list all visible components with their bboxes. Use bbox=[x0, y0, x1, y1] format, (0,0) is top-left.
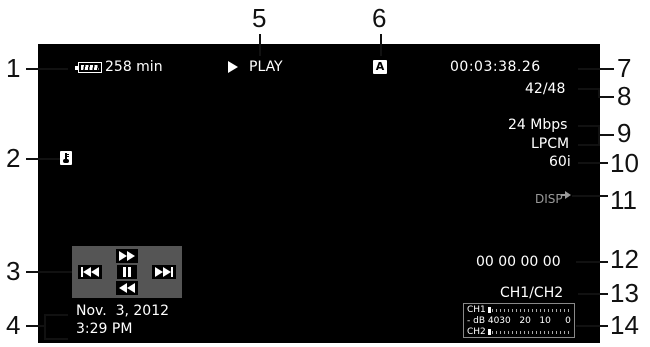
callout-3: 3 bbox=[6, 256, 21, 286]
skip-back-button[interactable] bbox=[78, 265, 102, 279]
video-bitrate: 24 Mbps bbox=[508, 117, 568, 133]
leader-line-11 bbox=[572, 195, 608, 197]
leader-line-9b bbox=[578, 144, 600, 146]
frame-rate: 60i bbox=[549, 154, 571, 170]
play-icon bbox=[228, 61, 238, 73]
auto-mode-badge-icon: A bbox=[373, 60, 387, 74]
thermometer-icon bbox=[60, 151, 72, 165]
meter-db-scale: - dB 4030 20 10 0 bbox=[467, 316, 571, 326]
callout-1: 1 bbox=[6, 53, 21, 83]
callout-14: 14 bbox=[610, 310, 639, 340]
callout-5: 5 bbox=[252, 3, 267, 33]
callout-4: 4 bbox=[6, 310, 21, 340]
user-bit: 00 00 00 00 bbox=[476, 254, 561, 270]
callout-12: 12 bbox=[610, 244, 639, 274]
leader-line-8 bbox=[578, 88, 600, 90]
meter-ch1-label: CH1 bbox=[467, 305, 486, 315]
playback-mode-label: PLAY bbox=[249, 59, 283, 75]
callout-9: 9 bbox=[617, 118, 632, 148]
leader-line-14 bbox=[576, 325, 608, 327]
leader-line-4a bbox=[44, 314, 68, 316]
meter-ch1-bar bbox=[488, 309, 572, 312]
callout-11: 11 bbox=[610, 185, 637, 215]
audio-level-meter: CH1 - dB 4030 20 10 0 CH2 bbox=[463, 303, 575, 338]
leader-line-7 bbox=[578, 68, 614, 70]
meter-ch2-bar bbox=[488, 331, 572, 334]
leader-line-12 bbox=[576, 261, 608, 263]
callout-13: 13 bbox=[610, 278, 639, 308]
leader-line-6 bbox=[380, 34, 382, 56]
meter-ch2-label: CH2 bbox=[467, 327, 486, 337]
meter-ch1-level bbox=[488, 307, 491, 313]
skip-forward-button[interactable] bbox=[152, 265, 176, 279]
callout-6: 6 bbox=[372, 3, 387, 33]
leader-line-4b bbox=[44, 338, 68, 340]
callout-8: 8 bbox=[617, 81, 632, 111]
audio-channels: CH1/CH2 bbox=[500, 285, 564, 301]
disp-button[interactable]: DISP bbox=[535, 188, 571, 206]
timecode: 00:03:38.26 bbox=[450, 59, 541, 75]
leader-line-9a bbox=[578, 125, 600, 127]
meter-ch2-level bbox=[488, 329, 491, 335]
leader-line-4 bbox=[26, 325, 44, 327]
clip-counter: 42/48 bbox=[525, 81, 566, 97]
callout-10: 10 bbox=[610, 148, 639, 178]
playback-control-panel bbox=[72, 246, 182, 298]
rewind-button[interactable] bbox=[116, 281, 138, 295]
leader-line-4v bbox=[44, 314, 46, 340]
leader-line-8b bbox=[598, 96, 614, 98]
recording-date: Nov. 3, 2012 bbox=[76, 303, 170, 319]
callout-2: 2 bbox=[6, 143, 21, 173]
leader-line-3 bbox=[26, 271, 72, 273]
leader-line-10 bbox=[578, 162, 608, 164]
leader-line-1 bbox=[26, 68, 68, 70]
leader-line-5 bbox=[259, 34, 261, 56]
disp-label: DISP bbox=[535, 192, 563, 206]
leader-line-13 bbox=[578, 293, 608, 295]
pause-button[interactable] bbox=[117, 265, 137, 279]
leader-line-9c bbox=[598, 134, 614, 136]
arrow-right-icon-stem bbox=[561, 194, 566, 196]
fast-forward-button[interactable] bbox=[116, 249, 138, 263]
leader-line-2 bbox=[26, 158, 60, 160]
callout-7: 7 bbox=[617, 53, 632, 83]
auto-mode-badge-letter: A bbox=[375, 60, 385, 73]
battery-icon bbox=[75, 62, 102, 73]
audio-format: LPCM bbox=[531, 136, 570, 152]
battery-remaining-time: 258 min bbox=[105, 59, 163, 75]
recording-time: 3:29 PM bbox=[76, 321, 133, 337]
